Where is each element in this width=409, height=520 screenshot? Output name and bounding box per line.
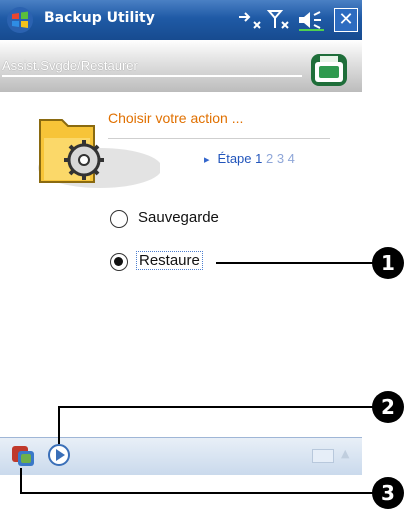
title-bar: Backup Utility ✕ — [0, 0, 362, 40]
play-button[interactable] — [48, 444, 70, 466]
current-step: 1 — [255, 151, 263, 166]
backup-box-icon — [311, 54, 347, 86]
step-label: Étape — [217, 151, 252, 166]
antenna-icon[interactable] — [266, 8, 292, 32]
remaining-steps: 2 3 4 — [266, 151, 295, 166]
radio-button-unselected[interactable] — [110, 210, 128, 228]
callout-line-2-vertical — [58, 406, 60, 444]
callout-line-1 — [216, 262, 376, 264]
option-label-sauvegarde: Sauvegarde — [138, 209, 219, 226]
app-title: Backup Utility — [44, 10, 155, 26]
step-arrow-icon: ▸ — [204, 154, 210, 166]
up-arrow-icon[interactable]: ▲ — [341, 447, 349, 460]
action-prompt: Choisir votre action ... — [108, 110, 244, 126]
wizard-title: Assist.Svgde/Restaurer — [2, 58, 138, 73]
connectivity-icon[interactable] — [236, 8, 262, 32]
prompt-divider — [108, 138, 330, 139]
device-screen: Backup Utility ✕ Assist.Svgde/Restaurer — [0, 0, 362, 475]
close-button[interactable]: ✕ — [334, 8, 358, 32]
radio-button-selected[interactable] — [110, 253, 128, 271]
step-indicator: ▸ Étape 1 2 3 4 — [204, 151, 295, 166]
speaker-icon[interactable] — [296, 8, 326, 32]
callout-line-2-horizontal — [58, 406, 374, 408]
callout-marker-2: 2 — [372, 391, 404, 423]
callout-marker-1: 1 — [372, 247, 404, 279]
keyboard-icon[interactable] — [312, 449, 334, 463]
callout-marker-3: 3 — [372, 477, 404, 509]
callout-line-3-vertical — [20, 468, 22, 494]
option-label-restaure: Restaure — [136, 251, 203, 270]
callout-line-3-horizontal — [20, 492, 374, 494]
start-logo-icon[interactable] — [6, 6, 34, 34]
header-rule — [2, 75, 302, 77]
program-icon[interactable] — [10, 444, 36, 468]
